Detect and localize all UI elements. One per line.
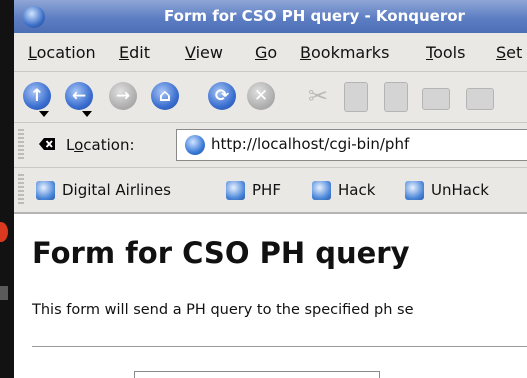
- up-dropdown-arrow-icon[interactable]: [39, 111, 49, 117]
- menu-settings[interactable]: Set: [496, 43, 522, 62]
- title-bar[interactable]: Form for CSO PH query - Konqueror: [14, 0, 527, 33]
- location-label: Location:: [66, 136, 135, 154]
- menu-view[interactable]: View: [185, 43, 223, 62]
- up-icon[interactable]: ↑: [23, 82, 51, 110]
- bookmark-digital-airlines[interactable]: Digital Airlines: [36, 180, 171, 200]
- menu-tools[interactable]: Tools: [426, 43, 465, 62]
- menu-bar: Location Edit View Go Bookmarks Tools Se…: [14, 33, 527, 72]
- paste-icon[interactable]: [384, 82, 408, 112]
- bookmark-phf[interactable]: PHF: [226, 180, 281, 200]
- bookmark-icon: [36, 180, 55, 200]
- bookmark-icon: [405, 180, 424, 200]
- print-icon[interactable]: [422, 88, 450, 110]
- menu-bookmarks[interactable]: Bookmarks: [300, 43, 389, 62]
- stop-icon[interactable]: ✕: [247, 82, 275, 110]
- url-text: http://localhost/cgi-bin/phf: [211, 135, 410, 153]
- browser-window: Form for CSO PH query - Konqueror Locati…: [14, 0, 527, 378]
- toolbar-grip[interactable]: [18, 129, 24, 161]
- bookmark-icon: [226, 180, 245, 200]
- desktop-background: [0, 0, 14, 378]
- konqueror-app-icon[interactable]: [23, 6, 45, 28]
- reload-icon[interactable]: ⟳: [208, 82, 236, 110]
- location-toolbar: Location: http://localhost/cgi-bin/phf: [14, 123, 527, 168]
- page-content: Form for CSO PH query This form will sen…: [14, 214, 527, 378]
- window-title: Form for CSO PH query - Konqueror: [164, 7, 465, 25]
- main-toolbar: ↑ ← → ⌂ ⟳ ✕ ✂: [14, 72, 527, 123]
- bookmark-hack[interactable]: Hack: [312, 180, 375, 200]
- bookmark-icon: [312, 180, 331, 200]
- bookmarks-toolbar: Digital Airlines PHF Hack UnHack: [14, 168, 527, 214]
- clear-location-icon[interactable]: [38, 136, 56, 152]
- toolbar-grip[interactable]: [18, 174, 24, 206]
- site-favicon-icon: [185, 135, 205, 155]
- copy-icon[interactable]: [344, 82, 368, 112]
- query-input[interactable]: [134, 371, 380, 378]
- horizontal-rule: [32, 346, 527, 347]
- back-icon[interactable]: ←: [65, 82, 93, 110]
- url-input[interactable]: http://localhost/cgi-bin/phf: [176, 129, 527, 161]
- bookmark-unhack[interactable]: UnHack: [405, 180, 489, 200]
- menu-edit[interactable]: Edit: [119, 43, 150, 62]
- print-preview-icon[interactable]: [466, 88, 494, 110]
- page-heading: Form for CSO PH query: [32, 236, 410, 270]
- back-dropdown-arrow-icon[interactable]: [82, 111, 92, 117]
- forward-icon[interactable]: →: [109, 82, 137, 110]
- desktop-grey-icon: [0, 286, 8, 300]
- menu-go[interactable]: Go: [255, 43, 277, 62]
- menu-location[interactable]: Location: [28, 43, 96, 62]
- intro-text: This form will send a PH query to the sp…: [32, 302, 414, 318]
- cut-icon[interactable]: ✂: [304, 82, 332, 110]
- home-icon[interactable]: ⌂: [151, 82, 179, 110]
